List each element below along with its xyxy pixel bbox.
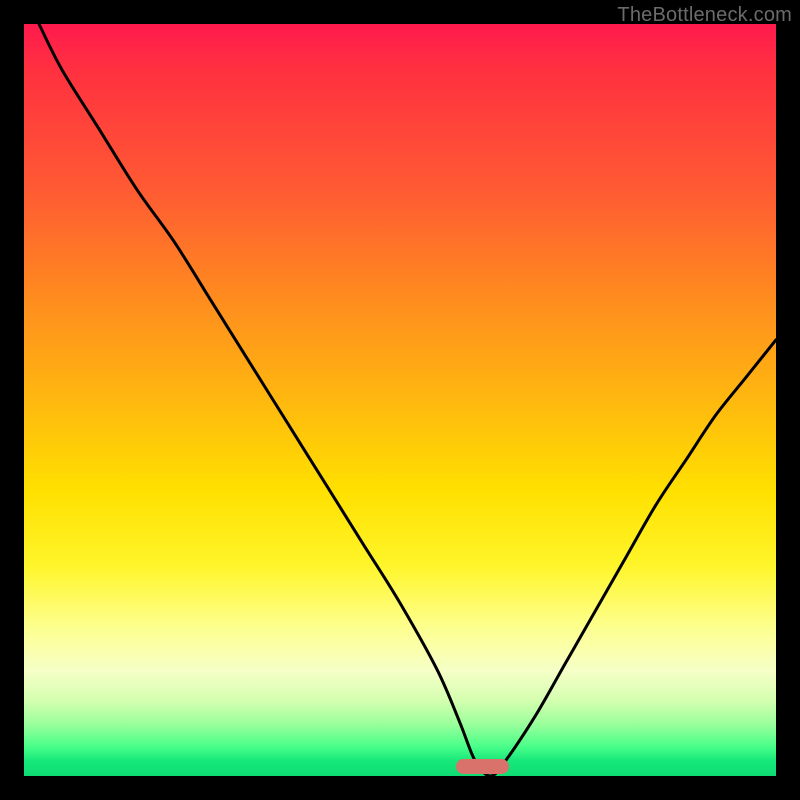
plot-area [24, 24, 776, 776]
bottleneck-curve [39, 24, 776, 776]
chart-frame: TheBottleneck.com [0, 0, 800, 800]
minimum-marker [456, 759, 509, 774]
curve-svg [24, 24, 776, 776]
